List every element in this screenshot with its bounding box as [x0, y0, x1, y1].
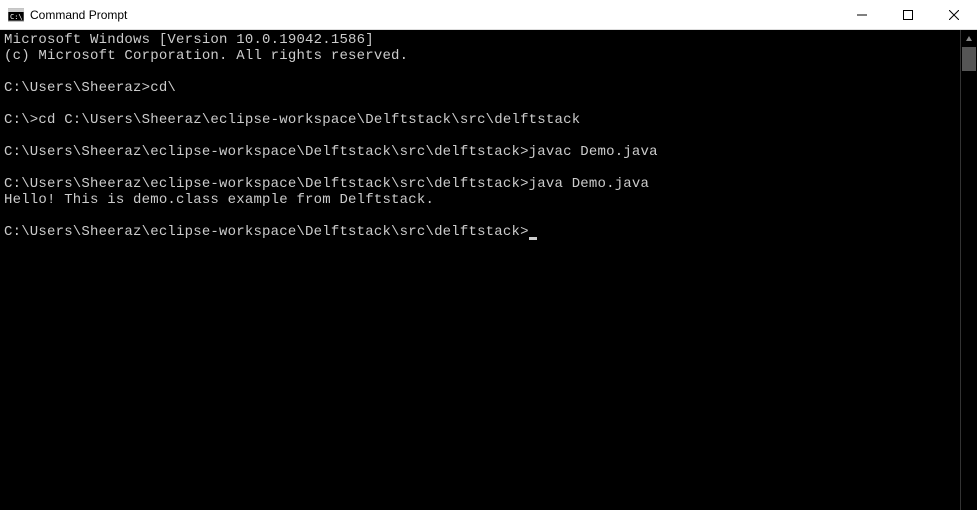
- terminal-line: Microsoft Windows [Version 10.0.19042.15…: [4, 32, 956, 48]
- scroll-up-arrow-icon[interactable]: [961, 30, 977, 47]
- terminal-line: Hello! This is demo.class example from D…: [4, 192, 956, 208]
- cursor-icon: [529, 237, 537, 240]
- terminal-line: C:\Users\Sheeraz>cd\: [4, 80, 956, 96]
- terminal-line: [4, 64, 956, 80]
- maximize-button[interactable]: [885, 0, 931, 30]
- scrollbar-track[interactable]: [960, 30, 977, 510]
- terminal-line: [4, 160, 956, 176]
- terminal-line: C:\Users\Sheeraz\eclipse-workspace\Delft…: [4, 144, 956, 160]
- terminal-wrapper: Microsoft Windows [Version 10.0.19042.15…: [0, 30, 977, 510]
- svg-text:C:\: C:\: [10, 13, 23, 21]
- close-button[interactable]: [931, 0, 977, 30]
- terminal-line: [4, 208, 956, 224]
- terminal-content[interactable]: Microsoft Windows [Version 10.0.19042.15…: [0, 30, 960, 510]
- window-title: Command Prompt: [30, 8, 839, 22]
- scrollbar-thumb[interactable]: [962, 47, 976, 71]
- terminal-line: C:\Users\Sheeraz\eclipse-workspace\Delft…: [4, 176, 956, 192]
- terminal-line: C:\>cd C:\Users\Sheeraz\eclipse-workspac…: [4, 112, 956, 128]
- terminal-line: (c) Microsoft Corporation. All rights re…: [4, 48, 956, 64]
- terminal-line: C:\Users\Sheeraz\eclipse-workspace\Delft…: [4, 224, 956, 240]
- terminal-line: [4, 96, 956, 112]
- cmd-icon: C:\: [8, 7, 24, 23]
- window-controls: [839, 0, 977, 29]
- titlebar: C:\ Command Prompt: [0, 0, 977, 30]
- terminal-line: [4, 128, 956, 144]
- minimize-button[interactable]: [839, 0, 885, 30]
